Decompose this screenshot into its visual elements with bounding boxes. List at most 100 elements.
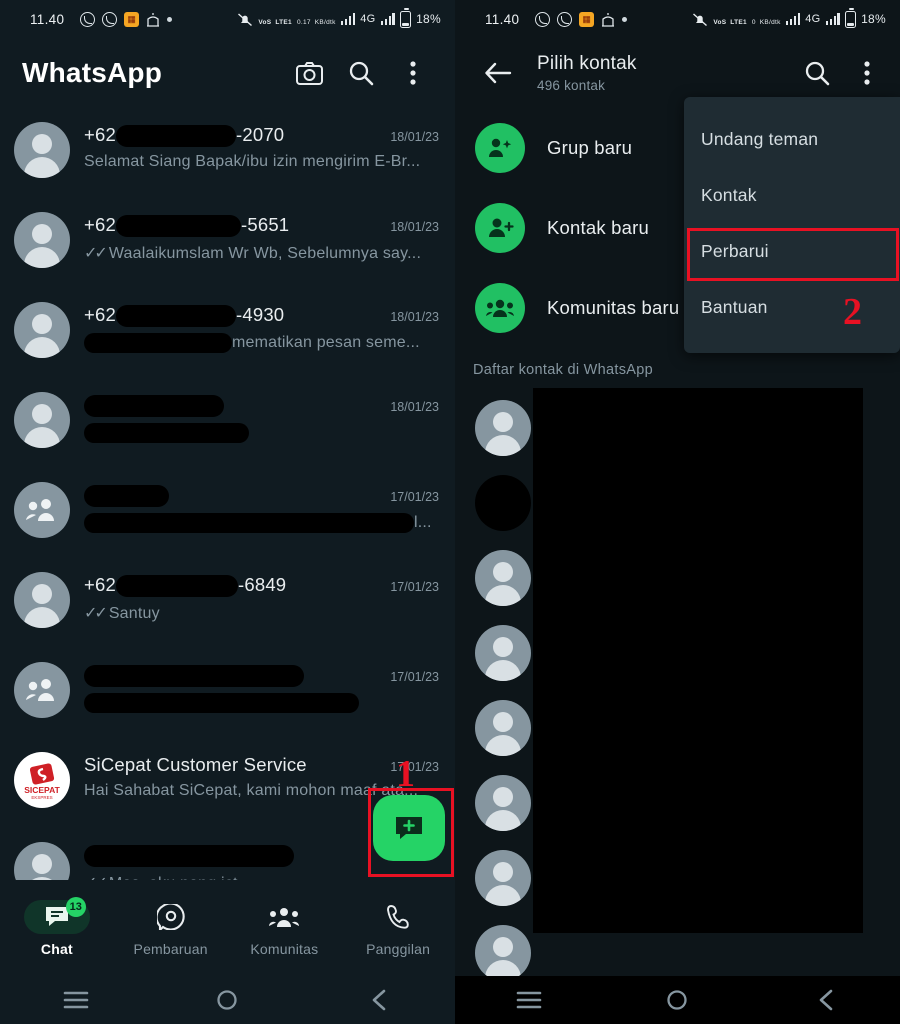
battery-icon <box>400 8 412 28</box>
chat-row-content: 18/01/23 <box>70 388 439 444</box>
nav-item-pembaruan[interactable]: Pembaruan <box>114 900 228 957</box>
chat-name-text: +62 <box>84 124 116 145</box>
battery-percent: 18% <box>861 12 886 26</box>
new-contact-icon <box>475 203 525 253</box>
chat-row-content: 17/01/23 l... <box>70 478 439 534</box>
contact-avatar <box>475 474 531 531</box>
app-bar: WhatsApp <box>0 38 455 108</box>
whatsapp-icon <box>557 11 573 27</box>
status-notification-icons: ▦ <box>80 11 173 27</box>
group-avatar <box>14 662 70 718</box>
svg-text:EKSPRES: EKSPRES <box>31 795 52 800</box>
whatsapp-icon <box>102 11 118 27</box>
sicepat-logo-avatar: SICEPAT EKSPRES <box>14 752 70 808</box>
recents-icon[interactable] <box>494 976 564 1024</box>
chat-list-item[interactable]: +62 -5651 18/01/23 ✓✓ Waalaikumslam Wr Wb, S… <box>0 198 455 288</box>
status-time: 11.40 <box>485 11 520 27</box>
chat-message-preview <box>84 693 439 714</box>
menu-item-undang-teman[interactable]: Undang teman <box>684 111 900 167</box>
camera-icon[interactable] <box>283 47 335 99</box>
back-arrow-icon[interactable] <box>473 48 523 98</box>
home-icon[interactable] <box>642 976 712 1024</box>
action-label: Kontak baru <box>547 217 649 238</box>
recents-icon[interactable] <box>41 976 111 1024</box>
chat-preview-text: mematikan pesan seme... <box>232 334 420 352</box>
chat-timestamp: 18/01/23 <box>390 130 439 144</box>
home-icon[interactable] <box>192 976 262 1024</box>
mosque-icon <box>146 12 160 27</box>
nav-item-komunitas[interactable]: Komunitas <box>228 900 342 957</box>
contact-avatar <box>475 849 531 906</box>
search-icon[interactable] <box>335 47 387 99</box>
redacted-name <box>115 305 236 328</box>
bell-off-icon <box>237 12 253 27</box>
dual-screenshot: 11.40 ▦ VoS LTE1 0.17 KB/dtk 4G 18% What… <box>0 0 900 1024</box>
redacted-message <box>84 693 359 714</box>
chat-list-item[interactable]: 17/01/23 <box>0 648 455 738</box>
bell-off-icon <box>692 12 708 27</box>
chat-list-item[interactable]: +62 -4930 18/01/23 mematikan pesan seme... <box>0 288 455 378</box>
whatsapp-icon <box>535 11 551 27</box>
nav-item-chat[interactable]: 13 Chat <box>0 896 114 957</box>
chat-name <box>84 484 169 508</box>
section-header: Daftar kontak di WhatsApp <box>473 362 653 378</box>
nav-label-pembaruan: Pembaruan <box>133 940 208 957</box>
nav-label-komunitas: Komunitas <box>250 940 319 957</box>
action-label: Grup baru <box>547 137 633 158</box>
menu-item-kontak[interactable]: Kontak <box>684 167 900 223</box>
signal-bars-icon <box>380 13 396 25</box>
redacted-message <box>84 423 249 444</box>
chat-message-preview: mematikan pesan seme... <box>84 333 439 354</box>
status-bar-left: 11.40 ▦ VoS LTE1 0.17 KB/dtk 4G 18% <box>0 0 455 38</box>
back-icon[interactable] <box>791 976 861 1024</box>
menu-item-bantuan[interactable]: Bantuan <box>684 279 900 335</box>
annotation-number-1: 1 <box>396 753 415 795</box>
updates-icon <box>138 900 204 934</box>
status-system-icons: VoS LTE1 0.17 KB/dtk 4G 18% <box>237 8 441 28</box>
overflow-dropdown-menu: Undang teman Kontak Perbarui Bantuan <box>684 97 900 353</box>
new-group-icon <box>475 123 525 173</box>
chat-name: +62 -5651 <box>84 214 289 238</box>
chat-row-top: +62 -4930 18/01/23 <box>84 304 439 328</box>
chat-message-preview: l... <box>84 513 439 534</box>
signal-bars-icon <box>340 13 356 25</box>
chat-preview-text: Selamat Siang Bapak/ibu izin mengirim E-… <box>84 153 421 171</box>
chat-row-content: +62 -5651 18/01/23 ✓✓ Waalaikumslam Wr Wb, S… <box>70 208 439 263</box>
chat-name-text: SiCepat Customer Service <box>84 754 307 775</box>
chat-name: +62 -2070 <box>84 124 284 148</box>
whatsapp-icon <box>80 11 96 27</box>
redacted-message <box>84 333 232 354</box>
annotation-box-2 <box>687 228 899 281</box>
contact-count: 496 kontak <box>537 78 606 93</box>
nav-item-panggilan[interactable]: Panggilan <box>341 900 455 957</box>
chat-name <box>84 394 224 418</box>
chat-name: +62 -4930 <box>84 304 284 328</box>
signal-bars-icon <box>785 13 801 25</box>
chat-list-item[interactable]: +62 -2070 18/01/23 Selamat Siang Bapak/ibu … <box>0 108 455 198</box>
redacted-name <box>115 215 241 238</box>
chat-timestamp: 18/01/23 <box>390 400 439 414</box>
battery-icon <box>845 8 857 28</box>
redacted-name <box>84 665 304 688</box>
overflow-menu-icon[interactable] <box>387 47 439 99</box>
nav-label-panggilan: Panggilan <box>366 940 431 957</box>
chat-list-item[interactable]: 17/01/23 l... <box>0 468 455 558</box>
overflow-menu-icon[interactable] <box>842 48 892 98</box>
system-navigation-left <box>0 976 455 1024</box>
contact-avatar <box>14 122 70 178</box>
redacted-name <box>84 395 224 418</box>
back-icon[interactable] <box>344 976 414 1024</box>
new-community-icon <box>475 283 525 333</box>
chat-list-item[interactable]: +62 -6849 17/01/23 ✓✓ Santuy <box>0 558 455 648</box>
search-icon[interactable] <box>792 48 842 98</box>
new-chat-fab[interactable] <box>373 795 445 861</box>
contact-avatar <box>475 549 531 606</box>
chat-list-item[interactable]: 18/01/23 <box>0 378 455 468</box>
group-avatar <box>14 482 70 538</box>
page-title: WhatsApp <box>22 57 163 88</box>
page-title: Pilih kontak <box>537 53 637 74</box>
orange-app-icon: ▦ <box>579 11 595 27</box>
chat-preview-text: l... <box>414 514 432 532</box>
chat-icon: 13 <box>23 896 90 934</box>
svg-text:SICEPAT: SICEPAT <box>24 785 60 795</box>
